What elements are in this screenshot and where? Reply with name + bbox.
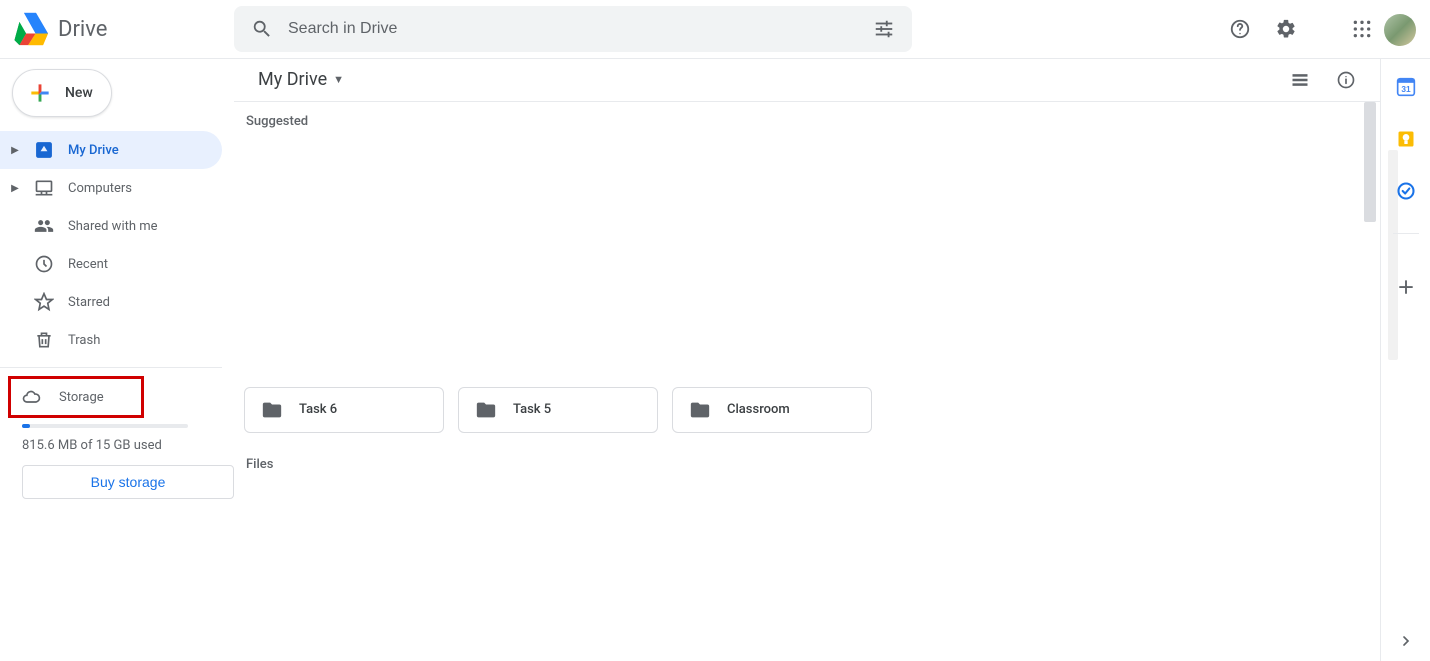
nav-recent[interactable]: ▶ Recent xyxy=(0,245,222,283)
nav-computers[interactable]: ▶ Computers xyxy=(0,169,222,207)
settings-icon[interactable] xyxy=(1266,9,1306,49)
folder-card[interactable]: Task 5 xyxy=(458,387,658,433)
folder-card[interactable]: Classroom xyxy=(672,387,872,433)
folder-name: Task 5 xyxy=(513,402,551,417)
tasks-app-icon[interactable] xyxy=(1396,181,1416,201)
drive-logo-icon xyxy=(12,11,48,47)
header-actions xyxy=(1220,9,1382,49)
nav-label: Computers xyxy=(68,181,132,196)
storage-progress xyxy=(22,424,188,428)
brand-name: Drive xyxy=(58,17,107,42)
dropdown-arrow-icon: ▼ xyxy=(333,73,344,86)
new-button[interactable]: New xyxy=(12,69,112,117)
nav-label: Trash xyxy=(68,333,100,348)
brand[interactable]: Drive xyxy=(12,11,234,47)
side-panel: 31 xyxy=(1380,59,1430,661)
storage-usage-text: 815.6 MB of 15 GB used xyxy=(22,438,234,453)
apps-grid-icon[interactable] xyxy=(1342,9,1382,49)
plus-icon xyxy=(27,80,53,106)
help-icon[interactable] xyxy=(1220,9,1260,49)
nav-shared-with-me[interactable]: ▶ Shared with me xyxy=(0,207,222,245)
search-input[interactable] xyxy=(282,20,864,38)
sidebar: New ▶ My Drive ▶ Computers ▶ Shared with… xyxy=(0,59,234,661)
folder-name: Classroom xyxy=(727,402,790,417)
search-bar[interactable] xyxy=(234,6,912,52)
list-view-icon[interactable] xyxy=(1280,60,1320,100)
scroll-thumb[interactable] xyxy=(1364,102,1376,222)
svg-text:31: 31 xyxy=(1401,84,1411,94)
header: Drive xyxy=(0,0,1430,59)
toolbar: My Drive ▼ xyxy=(234,59,1380,102)
nav-storage[interactable]: Storage xyxy=(21,381,141,413)
nav-label: Recent xyxy=(68,257,108,272)
collapse-panel-icon[interactable] xyxy=(1398,633,1414,649)
nav-label: Shared with me xyxy=(68,219,158,234)
account-avatar[interactable] xyxy=(1384,14,1416,46)
cloud-icon xyxy=(21,387,41,407)
folder-name: Task 6 xyxy=(299,402,337,417)
annotation-highlight: Storage xyxy=(8,376,144,418)
search-options-icon[interactable] xyxy=(864,9,904,49)
folders-row: Task 6 Task 5 Classroom xyxy=(244,387,1370,433)
nav-label: My Drive xyxy=(68,143,119,158)
storage-label: Storage xyxy=(59,390,104,405)
chevron-right-icon[interactable]: ▶ xyxy=(10,183,20,194)
divider xyxy=(0,367,222,368)
buy-storage-button[interactable]: Buy storage xyxy=(22,465,234,499)
folder-card[interactable]: Task 6 xyxy=(244,387,444,433)
search-icon[interactable] xyxy=(242,9,282,49)
breadcrumb-label: My Drive xyxy=(258,69,327,90)
keep-app-icon[interactable] xyxy=(1396,129,1416,149)
nav-my-drive[interactable]: ▶ My Drive xyxy=(0,131,222,169)
new-button-label: New xyxy=(65,85,93,101)
add-app-icon[interactable] xyxy=(1397,278,1415,296)
folder-icon xyxy=(689,399,711,421)
suggested-heading: Suggested xyxy=(246,114,1370,129)
breadcrumb-my-drive[interactable]: My Drive ▼ xyxy=(252,65,350,94)
calendar-app-icon[interactable]: 31 xyxy=(1396,77,1416,97)
folder-icon xyxy=(261,399,283,421)
files-heading: Files xyxy=(246,457,1370,472)
main-content: My Drive ▼ Suggested Task 6 xyxy=(234,59,1430,661)
nav-label: Starred xyxy=(68,295,110,310)
info-icon[interactable] xyxy=(1326,60,1366,100)
nav-starred[interactable]: ▶ Starred xyxy=(0,283,222,321)
folder-icon xyxy=(475,399,497,421)
chevron-right-icon[interactable]: ▶ xyxy=(10,145,20,156)
side-divider xyxy=(1393,233,1419,234)
nav-trash[interactable]: ▶ Trash xyxy=(0,321,222,359)
